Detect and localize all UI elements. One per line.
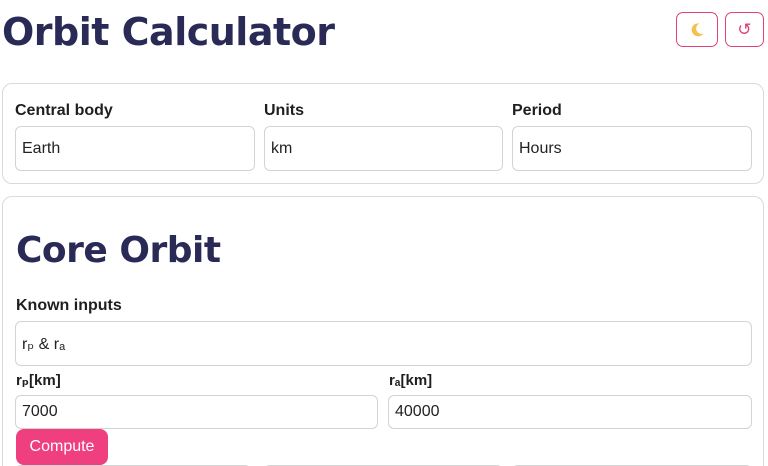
app-root: Orbit Calculator ↺ Central body Earth Un… (0, 0, 768, 466)
section-title: Core Orbit (16, 230, 221, 271)
compute-button[interactable]: Compute (16, 429, 108, 465)
known-inputs-value: rₚ & rₐ (22, 335, 66, 353)
core-orbit-card: Core Orbit Known inputs rₚ & rₐ rₚ[km] 7… (2, 196, 764, 466)
ra-input[interactable]: 40000 (388, 395, 752, 429)
central-body-value: Earth (22, 139, 61, 157)
central-body-label: Central body (15, 102, 113, 119)
known-inputs-select[interactable]: rₚ & rₐ (15, 321, 752, 366)
rp-label: rₚ[km] (16, 372, 61, 389)
rp-value: 7000 (22, 403, 58, 420)
page-title: Orbit Calculator (2, 10, 335, 54)
units-value: km (271, 139, 293, 157)
units-select[interactable]: km (264, 126, 503, 171)
central-body-select[interactable]: Earth (15, 126, 255, 171)
ra-value: 40000 (395, 403, 440, 420)
units-label: Units (264, 102, 304, 119)
theme-toggle-button[interactable] (676, 12, 718, 47)
refresh-icon: ↺ (737, 19, 752, 39)
settings-card: Central body Earth Units km Period Hours (2, 83, 764, 184)
period-value: Hours (519, 139, 562, 157)
ra-label: rₐ[km] (389, 372, 433, 389)
known-inputs-label: Known inputs (16, 297, 122, 314)
reset-button[interactable]: ↺ (725, 12, 764, 47)
period-label: Period (512, 102, 562, 119)
rp-input[interactable]: 7000 (15, 395, 378, 429)
period-select[interactable]: Hours (512, 126, 752, 171)
moon-icon (691, 22, 704, 36)
